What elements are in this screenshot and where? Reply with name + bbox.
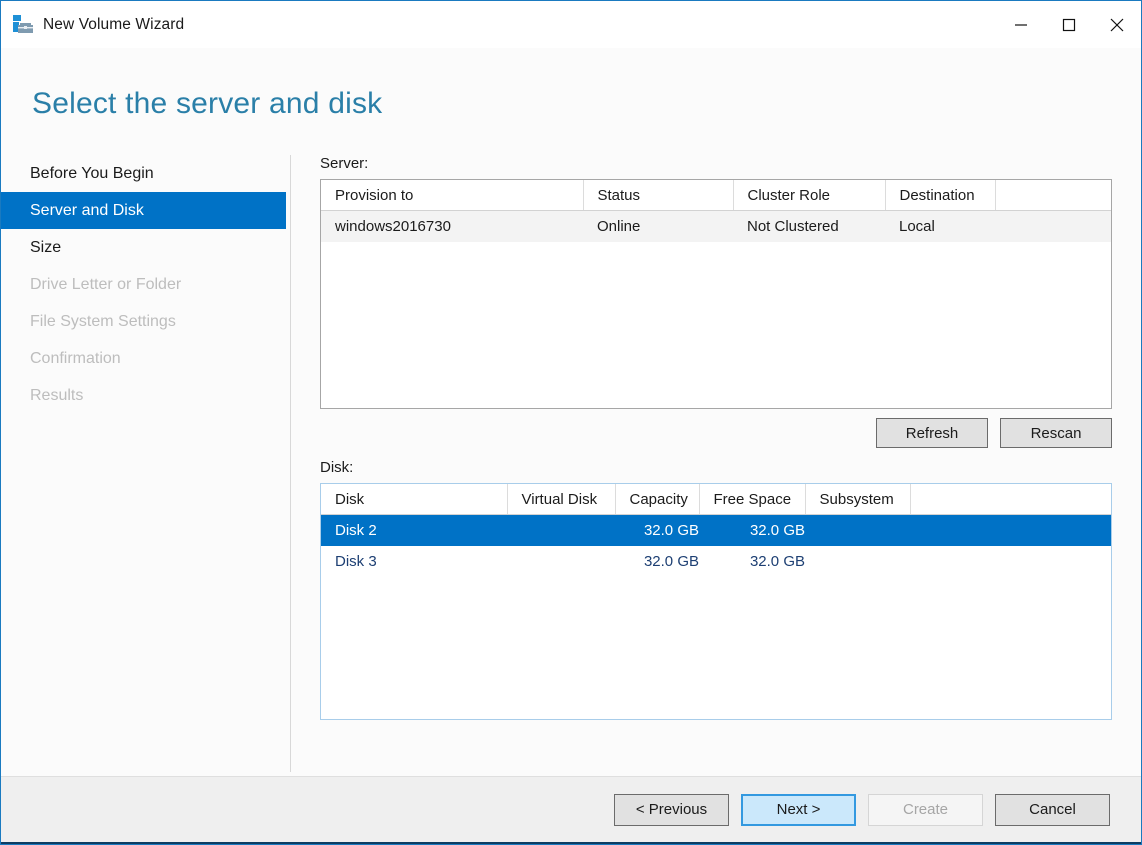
sidebar-item-server-and-disk[interactable]: Server and Disk: [1, 192, 286, 229]
cell-server-filler: [995, 211, 1111, 243]
server-grid[interactable]: Provision to Status Cluster Role Destina…: [320, 179, 1112, 409]
cell-subsystem: [805, 515, 910, 547]
table-row[interactable]: Disk 3 32.0 GB 32.0 GB: [321, 546, 1111, 577]
server-grid-header-row: Provision to Status Cluster Role Destina…: [321, 180, 1111, 211]
cell-disk: Disk 3: [321, 546, 507, 577]
cell-free-space: 32.0 GB: [699, 515, 805, 547]
title-bar: New Volume Wizard: [1, 1, 1141, 48]
sidebar-item-size[interactable]: Size: [1, 229, 286, 266]
sidebar-item-file-system-settings: File System Settings: [1, 303, 286, 340]
column-header-server-filler[interactable]: [995, 180, 1111, 211]
minimize-button[interactable]: [997, 1, 1045, 48]
column-header-virtual-disk[interactable]: Virtual Disk: [507, 484, 615, 515]
wizard-steps-sidebar: Before You Begin Server and Disk Size Dr…: [1, 155, 291, 776]
maximize-button[interactable]: [1045, 1, 1093, 48]
cell-free-space: 32.0 GB: [699, 546, 805, 577]
cell-provision-to: windows2016730: [321, 211, 583, 243]
grid-action-buttons: Refresh Rescan: [320, 418, 1112, 448]
caption-buttons: [997, 1, 1141, 48]
sidebar-item-label: Size: [30, 239, 61, 257]
cancel-button[interactable]: Cancel: [995, 794, 1110, 826]
content-area: Before You Begin Server and Disk Size Dr…: [1, 155, 1141, 776]
cell-virtual-disk: [507, 515, 615, 547]
column-header-disk-filler[interactable]: [910, 484, 1111, 515]
create-button: Create: [868, 794, 983, 826]
table-row[interactable]: Disk 2 32.0 GB 32.0 GB: [321, 515, 1111, 547]
sidebar-item-label: Confirmation: [30, 350, 121, 368]
sidebar-item-label: Results: [30, 387, 83, 405]
disk-label: Disk:: [320, 459, 1112, 476]
cell-disk-filler: [910, 546, 1111, 577]
sidebar-item-label: Before You Begin: [30, 165, 154, 183]
sidebar-item-drive-letter-or-folder: Drive Letter or Folder: [1, 266, 286, 303]
cell-virtual-disk: [507, 546, 615, 577]
column-header-capacity[interactable]: Capacity: [615, 484, 699, 515]
cell-capacity: 32.0 GB: [615, 546, 699, 577]
disk-grid-header-row: Disk Virtual Disk Capacity Free Space Su…: [321, 484, 1111, 515]
close-button[interactable]: [1093, 1, 1141, 48]
new-volume-wizard-window: New Volume Wizard Select the server and: [0, 0, 1142, 845]
column-header-free-space[interactable]: Free Space: [699, 484, 805, 515]
column-header-cluster-role[interactable]: Cluster Role: [733, 180, 885, 211]
disk-grid[interactable]: Disk Virtual Disk Capacity Free Space Su…: [320, 483, 1112, 720]
refresh-button[interactable]: Refresh: [876, 418, 988, 448]
cell-capacity: 32.0 GB: [615, 515, 699, 547]
wizard-footer: < Previous Next > Create Cancel: [1, 776, 1141, 844]
sidebar-item-before-you-begin[interactable]: Before You Begin: [1, 155, 286, 192]
next-button[interactable]: Next >: [741, 794, 856, 826]
cell-status: Online: [583, 211, 733, 243]
cell-destination: Local: [885, 211, 995, 243]
sidebar-item-label: Drive Letter or Folder: [30, 276, 181, 294]
server-label: Server:: [320, 155, 1112, 172]
main-panel: Server: Provision to Status Cluster Role…: [291, 155, 1141, 776]
column-header-disk[interactable]: Disk: [321, 484, 507, 515]
cell-subsystem: [805, 546, 910, 577]
cell-disk-filler: [910, 515, 1111, 547]
column-header-provision-to[interactable]: Provision to: [321, 180, 583, 211]
sidebar-item-label: File System Settings: [30, 313, 176, 331]
page-title: Select the server and disk: [32, 87, 1141, 120]
column-header-subsystem[interactable]: Subsystem: [805, 484, 910, 515]
sidebar-item-results: Results: [1, 377, 286, 414]
sidebar-item-confirmation: Confirmation: [1, 340, 286, 377]
column-header-destination[interactable]: Destination: [885, 180, 995, 211]
volume-wizard-icon: [12, 14, 34, 36]
previous-button[interactable]: < Previous: [614, 794, 729, 826]
sidebar-item-label: Server and Disk: [30, 202, 144, 220]
table-row[interactable]: windows2016730 Online Not Clustered Loca…: [321, 211, 1111, 243]
window-title: New Volume Wizard: [43, 16, 184, 34]
rescan-button[interactable]: Rescan: [1000, 418, 1112, 448]
cell-cluster-role: Not Clustered: [733, 211, 885, 243]
column-header-status[interactable]: Status: [583, 180, 733, 211]
cell-disk: Disk 2: [321, 515, 507, 547]
